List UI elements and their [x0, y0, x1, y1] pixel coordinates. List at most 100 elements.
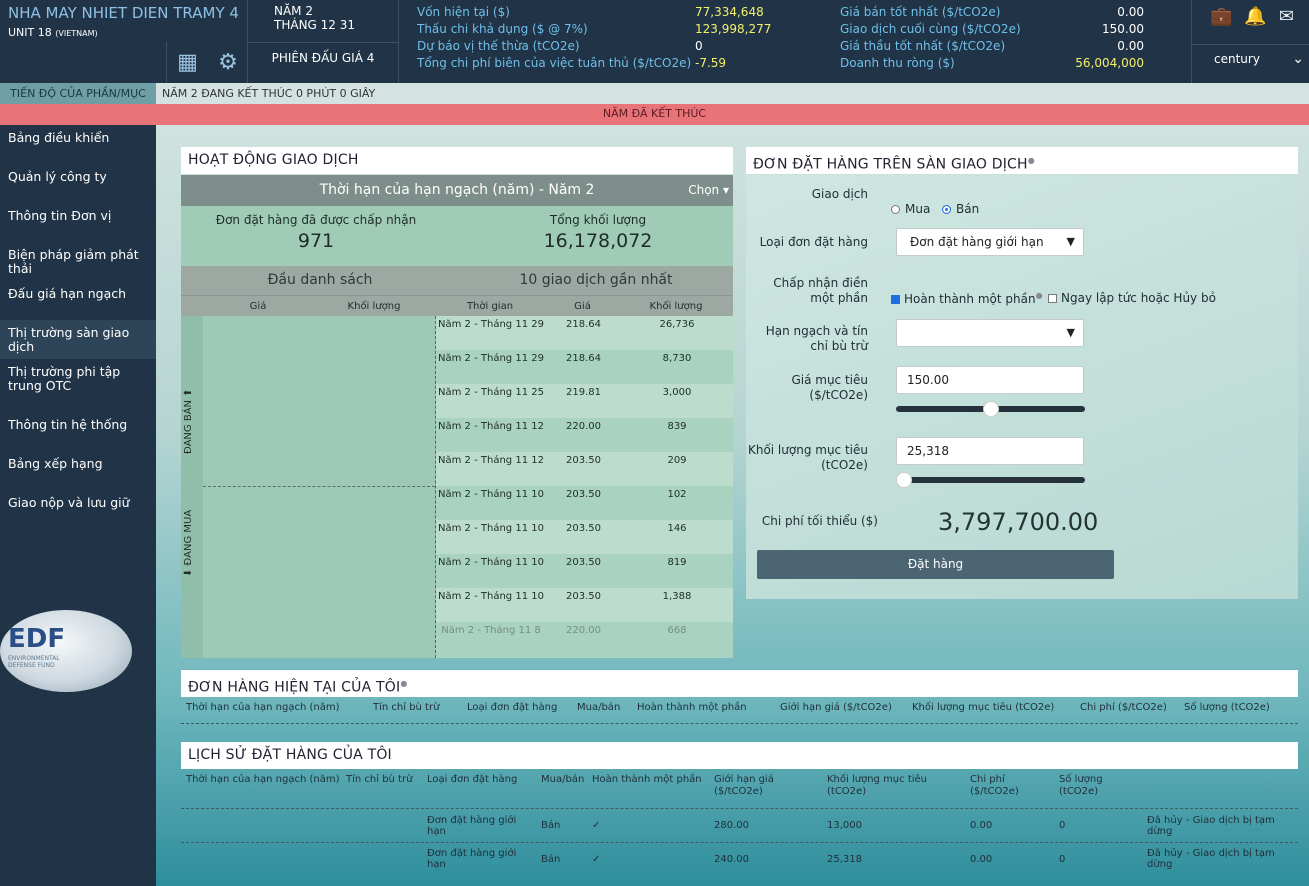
order-form-title-text: ĐƠN ĐẶT HÀNG TRÊN SÀN GIAO DỊCH [753, 156, 1028, 173]
price-label: Giá mục tiêu ($/tCO2e) [791, 373, 868, 402]
recent-trades-title: 10 giao dịch gần nhất [519, 272, 673, 288]
trade-row: Năm 2 - Tháng 11 29 218.64 8,730 [436, 350, 733, 384]
row-cost: 0.00 [970, 853, 993, 865]
total-volume-value: 16,178,072 [543, 230, 653, 252]
sidebar-item-unit-info[interactable]: Thông tin Đơn vị [0, 203, 156, 242]
col-target-volume: Khối lượng mục tiêu (tCO2e) [912, 702, 1055, 713]
sidebar-item-dashboard[interactable]: Bảng điều khiển [0, 125, 156, 164]
total-volume: Tổng khối lượng 16,178,072 [503, 213, 693, 252]
row-price: 240.00 [714, 853, 749, 865]
price-input[interactable]: 150.00 [896, 366, 1084, 394]
sidebar-item-otc[interactable]: Thị trường phi tập trung OTC [0, 359, 156, 412]
volume-slider[interactable] [896, 472, 1085, 488]
col-quantity: Số lượng (tCO2e) [1059, 774, 1103, 797]
ioc-checkbox[interactable]: Ngay lập tức hoặc Hủy bỏ [1048, 291, 1216, 305]
trade-price: 219.81 [566, 387, 601, 398]
settings-icon[interactable]: ⚙ [218, 50, 238, 75]
volume-input[interactable]: 25,318 [896, 437, 1084, 465]
sidebar-item-abatement[interactable]: Biện pháp giảm phát thải [0, 242, 156, 281]
trade-time: Năm 2 - Tháng 11 29 [438, 353, 544, 364]
book-divider [203, 486, 435, 487]
ioc-option-label: Ngay lập tức hoặc Hủy bỏ [1061, 291, 1216, 305]
bell-icon[interactable]: 🔔 [1244, 6, 1266, 27]
sidebar-item-rankings[interactable]: Bảng xếp hạng [0, 451, 156, 490]
slider-thumb[interactable] [896, 472, 912, 488]
sidebar-item-system-info[interactable]: Thông tin hệ thống [0, 412, 156, 451]
place-order-button[interactable]: Đặt hàng [757, 550, 1114, 579]
chevron-down-icon: ⌄ [1292, 51, 1304, 67]
logo-text: EDF [8, 624, 66, 654]
row-cost: 0.00 [970, 820, 993, 831]
col-time: Thời gian [466, 301, 514, 312]
period-month: THÁNG 12 31 [274, 18, 356, 32]
vintage-select[interactable]: Chọn ▾ [688, 175, 729, 206]
sidebar-item-compliance[interactable]: Giao nộp và lưu giữ [0, 490, 156, 529]
trade-row: Năm 2 - Tháng 11 10 203.50 819 [436, 554, 733, 588]
trade-time: Năm 2 - Tháng 11 12 [438, 421, 544, 432]
header-right: 💼 🔔 ✉ century ⌄ [1191, 0, 1309, 83]
stat-value: 123,998,277 [695, 22, 772, 36]
col-price-limit: Giới hạn giá ($/tCO2e) [714, 774, 774, 797]
trade-price: 220.00 [566, 421, 601, 432]
partial-checkbox[interactable]: Hoàn thành một phần● [891, 291, 1043, 306]
logo-subtext: ENVIRONMENTAL DEFENSE FUND [8, 655, 60, 669]
user-name: century [1214, 52, 1260, 66]
period-year: NĂM 2 [274, 4, 313, 18]
trade-row: Năm 2 - Tháng 11 25 219.81 3,000 [436, 384, 733, 418]
trade-time: Năm 2 - Tháng 11 25 [438, 387, 544, 398]
trade-time: Năm 2 - Tháng 11 10 [438, 557, 544, 568]
mail-icon[interactable]: ✉ [1279, 6, 1294, 27]
stat-value: 56,004,000 [1075, 56, 1144, 70]
trade-row: Năm 2 - Tháng 11 12 220.00 839 [436, 418, 733, 452]
trade-qty: 3,000 [662, 387, 692, 398]
col-quantity: Số lượng (tCO2e) [1184, 702, 1270, 713]
col-price-limit: Giới hạn giá ($/tCO2e) [780, 702, 892, 713]
buy-radio[interactable]: Mua [891, 202, 930, 216]
col-side: Mua/bán [577, 702, 621, 713]
sell-radio[interactable]: Bán [942, 202, 979, 216]
stat-label: Giá bán tốt nhất ($/tCO2e) [840, 5, 1001, 19]
chevron-down-icon: ▼ [1066, 235, 1075, 248]
row-side: Bán [541, 853, 561, 865]
order-type-value: Đơn đặt hàng giới hạn [910, 235, 1044, 249]
radio-off-icon [891, 205, 900, 214]
trade-price: 218.64 [566, 319, 601, 330]
min-cost-label: Chi phí tối thiểu ($) [761, 514, 878, 528]
order-type-select[interactable]: Đơn đặt hàng giới hạn ▼ [896, 228, 1084, 256]
stats-left: Vốn hiện tại ($) 77,334,648 Thấu chi khả … [417, 4, 771, 72]
col-partial: Hoàn thành một phần [592, 774, 702, 785]
history-table: Thời hạn của hạn ngạch (năm) Tín chỉ bù … [181, 770, 1298, 875]
stat-label: Tổng chi phí biên của việc tuân thủ ($/t… [417, 56, 692, 70]
calculator-icon[interactable]: ▦ [177, 50, 198, 75]
quota-select[interactable]: ▼ [896, 319, 1084, 347]
trade-qty: 839 [667, 421, 687, 432]
sidebar: Bảng điều khiển Quản lý công ty Thông ti… [0, 125, 156, 886]
trade-time: Năm 2 - Tháng 11 12 [438, 455, 544, 466]
info-icon[interactable]: ● [400, 679, 407, 688]
stat-label: Dự báo vị thế thừa (tCO2e) [417, 39, 580, 53]
price-slider[interactable] [896, 401, 1085, 417]
user-menu[interactable]: century ⌄ [1192, 44, 1309, 83]
main-content: HOẠT ĐỘNG GIAO DỊCH Thời hạn của hạn ngạ… [156, 125, 1309, 886]
history-title: LỊCH SỬ ĐẶT HÀNG CỦA TÔI [181, 742, 1298, 769]
col-order-type: Loại đơn đặt hàng [427, 774, 518, 785]
selling-side: ĐANG BÁN ⬆ [181, 316, 203, 488]
info-icon[interactable]: ● [1028, 156, 1035, 165]
stat-value: 0.00 [1117, 5, 1144, 19]
trade-qty: 26,736 [659, 319, 695, 330]
sidebar-item-exchange[interactable]: Thị trường sàn giao dịch [0, 320, 156, 359]
radio-on-icon [942, 205, 951, 214]
trade-row: Năm 2 - Tháng 11 29 218.64 26,736 [436, 316, 733, 350]
sidebar-item-auction[interactable]: Đấu giá hạn ngạch [0, 281, 156, 320]
col-trade-volume: Khối lượng [649, 301, 703, 312]
slider-thumb[interactable] [983, 401, 999, 417]
info-icon[interactable]: ● [1036, 291, 1043, 300]
briefcase-icon[interactable]: 💼 [1210, 6, 1232, 27]
trade-price: 203.50 [566, 523, 601, 534]
year-ended-banner: NĂM ĐÃ KẾT THÚC [0, 104, 1309, 125]
trade-qty: 819 [667, 557, 687, 568]
unit-label: UNIT 18 (VIETNAM) [8, 26, 168, 39]
order-book [203, 316, 435, 658]
stat-label: Doanh thu ròng ($) [840, 56, 955, 70]
sidebar-item-company[interactable]: Quản lý công ty [0, 164, 156, 203]
